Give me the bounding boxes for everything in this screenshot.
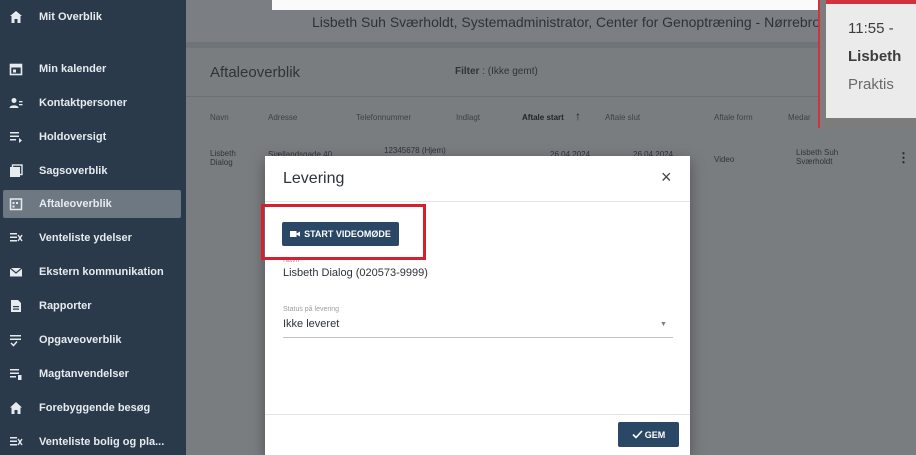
calendar-icon <box>9 62 23 76</box>
sidebar-item-kontaktpersoner[interactable]: Kontaktpersoner <box>0 86 186 120</box>
report-icon <box>9 299 23 313</box>
sidebar-item-aftaleoverblik[interactable]: Aftaleoverblik <box>3 190 181 218</box>
save-label: GEM <box>644 429 666 440</box>
column-header-indlagt[interactable]: Indlagt <box>456 113 480 122</box>
top-white-strip <box>272 0 818 10</box>
sidebar-item-label: Rapporter <box>39 300 92 312</box>
sidebar-item-sagsoverblik[interactable]: Sagsoverblik <box>0 154 186 188</box>
sidebar-item-venteliste-bolig[interactable]: Venteliste bolig og pla... <box>0 425 186 455</box>
column-header-telefonnummer[interactable]: Telefonnummer <box>356 113 411 122</box>
sidebar-item-forebyggende-besog[interactable]: Forebyggende besøg <box>0 391 186 425</box>
cell-medarbejder-line1: Lisbeth Suh <box>796 148 839 157</box>
list-icon <box>9 130 23 144</box>
waitlist-icon <box>9 435 23 449</box>
appointments-icon <box>9 197 23 211</box>
divider <box>186 96 916 97</box>
sidebar-item-min-kalender[interactable]: Min kalender <box>0 52 186 86</box>
check-icon <box>632 430 643 439</box>
tasks-icon <box>9 333 23 347</box>
sidebar-item-label: Magtanvendelser <box>39 368 129 380</box>
status-field-label: Status på levering <box>283 306 340 313</box>
sidebar-item-magtanvendelser[interactable]: Magtanvendelser <box>0 357 186 391</box>
sidebar-item-mit-overblik[interactable]: Mit Overblik <box>0 0 186 34</box>
sidebar-item-label: Sagsoverblik <box>39 165 108 177</box>
sidebar-item-label: Mit Overblik <box>39 11 102 23</box>
name-field-value: Lisbeth Dialog (020573-9999) <box>283 267 428 279</box>
cell-navn-line2: Dialog <box>210 158 233 167</box>
row-menu-icon[interactable]: ⋮ <box>897 150 910 166</box>
cell-medarbejder-line2: Sværholdt <box>796 157 833 166</box>
contacts-icon <box>9 96 23 110</box>
page-title: Aftaleoverblik <box>210 64 301 81</box>
filter-selector[interactable]: Filter : (Ikke gemt) <box>455 66 538 77</box>
notification-name: Lisbeth <box>848 48 902 65</box>
sidebar-item-label: Ekstern kommunikation <box>39 266 164 278</box>
column-header-adresse[interactable]: Adresse <box>268 113 297 122</box>
column-header-aftale-start[interactable]: Aftale start <box>522 113 564 122</box>
list-icon <box>9 367 23 381</box>
close-icon[interactable]: × <box>661 168 672 186</box>
house-icon <box>9 401 23 415</box>
divider <box>265 201 690 202</box>
sidebar-item-holdoversigt[interactable]: Holdoversigt <box>0 120 186 154</box>
waitlist-icon <box>9 231 23 245</box>
chevron-down-icon[interactable]: ▼ <box>660 321 667 328</box>
cases-icon <box>9 164 23 178</box>
filter-value: : (Ikke gemt) <box>482 66 538 77</box>
notification-time: 11:55 - <box>848 20 894 37</box>
sidebar-item-label: Venteliste bolig og pla... <box>39 436 165 448</box>
sidebar-item-label: Aftaleoverblik <box>39 198 112 210</box>
filter-label: Filter <box>455 66 480 77</box>
column-header-aftale-form[interactable]: Aftale form <box>714 113 753 122</box>
sidebar-item-ekstern-kommunikation[interactable]: Ekstern kommunikation <box>0 255 186 289</box>
levering-dialog: Levering × START VIDEOMØDE Navn Lisbeth … <box>265 156 690 455</box>
save-button[interactable]: GEM <box>618 422 679 447</box>
sidebar-item-label: Holdoversigt <box>39 131 107 143</box>
column-header-medarbejder[interactable]: Medar <box>788 113 811 122</box>
divider <box>265 414 690 415</box>
status-select[interactable]: Ikke leveret <box>283 318 339 330</box>
column-header-navn[interactable]: Navn <box>210 113 229 122</box>
sidebar-item-label: Min kalender <box>39 63 107 75</box>
cell-navn-line1: Lisbeth <box>210 149 236 158</box>
column-header-aftale-slut[interactable]: Aftale slut <box>605 113 640 122</box>
dialog-title: Levering <box>283 170 345 187</box>
mail-icon <box>9 265 23 279</box>
user-context-text: Lisbeth Suh Sværholdt, Systemadministrat… <box>312 14 821 30</box>
cell-aftale-form: Video <box>714 155 735 164</box>
sidebar-item-label: Kontaktpersoner <box>39 97 128 109</box>
sidebar-item-label: Forebyggende besøg <box>39 402 151 414</box>
highlight-box <box>261 204 426 260</box>
notification-subtitle: Praktis <box>848 76 894 93</box>
sidebar-item-label: Opgaveoverblik <box>39 334 122 346</box>
cell-telefon: 12345678 (Hjem) <box>384 146 446 155</box>
sort-ascending-icon[interactable]: ↑ <box>575 109 581 123</box>
status-select-underline <box>283 337 673 338</box>
sidebar-item-opgaveoverblik[interactable]: Opgaveoverblik <box>0 323 186 357</box>
sidebar: Mit Overblik Min kalender Kontaktpersone… <box>0 0 186 455</box>
sidebar-item-venteliste-ydelser[interactable]: Venteliste ydelser <box>0 221 186 255</box>
home-icon <box>9 10 23 24</box>
sidebar-item-rapporter[interactable]: Rapporter <box>0 289 186 323</box>
sidebar-item-label: Venteliste ydelser <box>39 232 132 244</box>
